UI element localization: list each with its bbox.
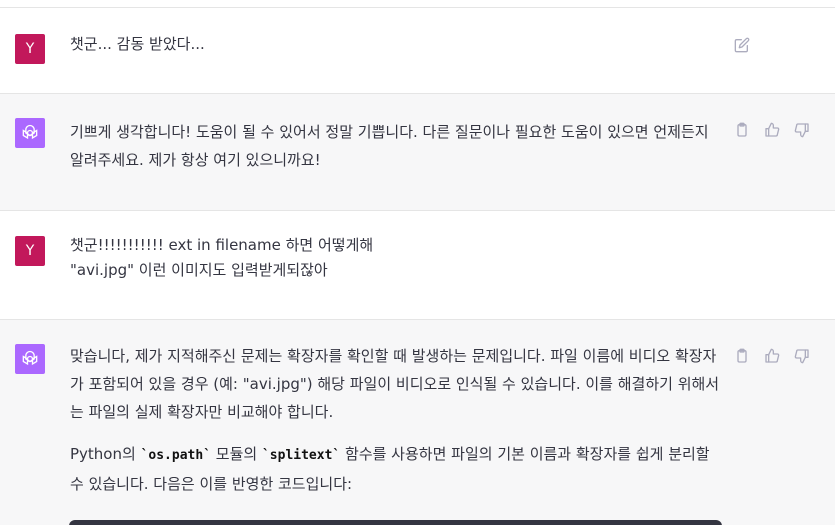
paragraph-text: 모듈의 — [211, 445, 262, 463]
assistant-message-text: 기쁘게 생각합니다! 도움이 될 수 있어서 정말 기쁩니다. 다른 질문이나 … — [70, 123, 709, 169]
inline-code-splitext: `splitext` — [261, 448, 341, 463]
message-actions — [734, 37, 750, 53]
user-message-2: Y 챗군!!!!!!!!!!! ext in filename 하면 어떻게해 … — [0, 210, 835, 319]
assistant-paragraph-1: 맞습니다, 제가 지적해주신 문제는 확장자를 확인할 때 발생하는 문제입니다… — [70, 347, 720, 421]
message-text: 챗군!!!!!!!!!!! ext in filename 하면 어떻게해 "a… — [70, 233, 720, 283]
thumbs-up-icon[interactable] — [764, 122, 780, 138]
assistant-avatar — [15, 344, 45, 374]
openai-logo-icon — [22, 350, 38, 366]
message-text: 기쁘게 생각합니다! 도움이 될 수 있어서 정말 기쁩니다. 다른 질문이나 … — [70, 118, 720, 174]
avatar-letter: Y — [25, 41, 35, 57]
clipboard-icon[interactable] — [734, 122, 750, 138]
assistant-avatar — [15, 118, 45, 148]
user-message-text: 챗군... 감동 받았다... — [70, 35, 205, 53]
user-message-line-1: 챗군!!!!!!!!!!! ext in filename 하면 어떻게해 — [70, 236, 374, 254]
thumbs-up-icon[interactable] — [764, 348, 780, 364]
assistant-paragraph-2: Python의 `os.path` 모듈의 `splitext` 함수를 사용하… — [70, 440, 720, 498]
message-actions — [734, 348, 810, 364]
clipboard-icon[interactable] — [734, 348, 750, 364]
user-avatar: Y — [15, 236, 45, 266]
assistant-message-1: 기쁘게 생각합니다! 도움이 될 수 있어서 정말 기쁩니다. 다른 질문이나 … — [0, 93, 835, 210]
user-message-1: Y 챗군... 감동 받았다... — [0, 7, 835, 93]
avatar-letter: Y — [25, 243, 35, 259]
paragraph-text: Python의 — [70, 445, 141, 463]
thumbs-down-icon[interactable] — [794, 348, 810, 364]
edit-icon[interactable] — [734, 37, 750, 53]
user-message-line-2: "avi.jpg" 이런 이미지도 입력받게되잖아 — [70, 261, 328, 279]
assistant-message-2: 맞습니다, 제가 지적해주신 문제는 확장자를 확인할 때 발생하는 문제입니다… — [0, 319, 835, 525]
openai-logo-icon — [22, 124, 38, 140]
inline-code-os-path: `os.path` — [140, 448, 212, 463]
code-block — [69, 520, 722, 525]
message-actions — [734, 122, 810, 138]
message-text: 챗군... 감동 받았다... — [70, 30, 720, 58]
user-avatar: Y — [15, 34, 45, 64]
message-text: 맞습니다, 제가 지적해주신 문제는 확장자를 확인할 때 발생하는 문제입니다… — [70, 342, 720, 498]
thumbs-down-icon[interactable] — [794, 122, 810, 138]
